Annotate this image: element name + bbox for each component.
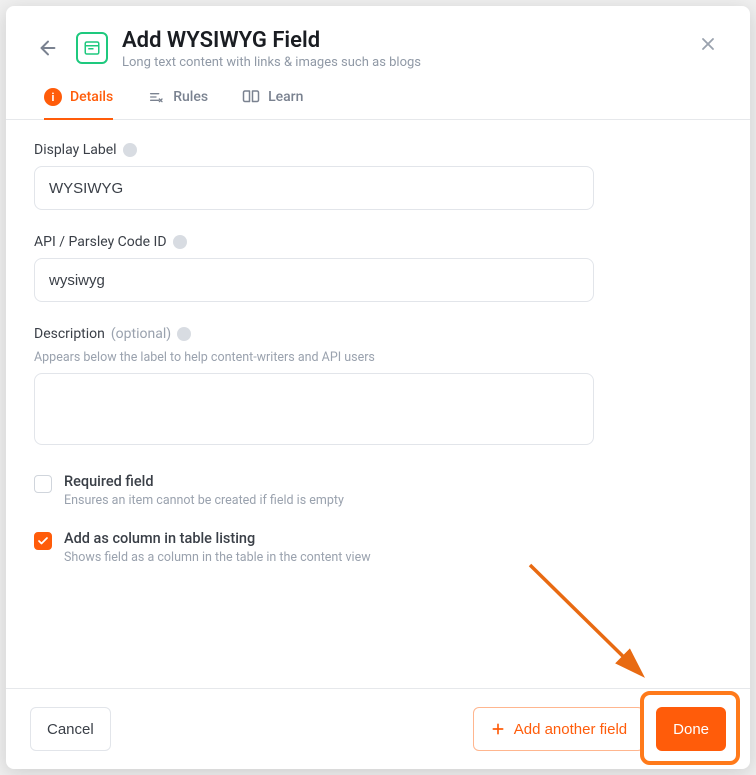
display-label-group: Display Label — [34, 142, 722, 210]
checkbox-label: Required field — [64, 473, 344, 490]
done-button[interactable]: Done — [656, 707, 726, 751]
tab-rules[interactable]: Rules — [147, 88, 208, 120]
code-id-input[interactable] — [34, 258, 594, 302]
plus-icon — [490, 721, 506, 737]
tab-label: Details — [70, 89, 113, 105]
add-another-button[interactable]: Add another field — [473, 707, 644, 751]
dialog-title: Add WYSIWYG Field — [122, 28, 684, 53]
field-label: Display Label — [34, 142, 117, 158]
required-checkbox[interactable] — [34, 475, 52, 493]
wysiwyg-icon — [83, 39, 101, 57]
tabs: i Details Rules Learn — [6, 70, 750, 120]
tab-label: Rules — [173, 89, 208, 105]
checkbox-hint: Ensures an item cannot be created if fie… — [64, 493, 344, 508]
button-label: Cancel — [47, 721, 94, 738]
field-type-icon — [76, 32, 108, 64]
help-icon[interactable] — [123, 143, 137, 157]
info-icon: i — [44, 88, 62, 106]
required-field-option: Required field Ensures an item cannot be… — [34, 473, 722, 508]
help-icon[interactable] — [177, 327, 191, 341]
description-group: Description (optional) Appears below the… — [34, 326, 722, 449]
arrow-left-icon — [37, 37, 59, 59]
field-hint: Appears below the label to help content-… — [34, 350, 722, 365]
display-label-input[interactable] — [34, 166, 594, 210]
code-id-group: API / Parsley Code ID — [34, 234, 722, 302]
rules-icon — [147, 88, 165, 106]
button-label: Done — [673, 721, 709, 738]
add-field-dialog: Add WYSIWYG Field Long text content with… — [6, 6, 750, 769]
learn-icon — [242, 88, 260, 106]
add-column-checkbox[interactable] — [34, 532, 52, 550]
back-button[interactable] — [34, 34, 62, 62]
field-label: Description — [34, 326, 105, 342]
checkbox-hint: Shows field as a column in the table in … — [64, 550, 371, 565]
check-icon — [37, 535, 49, 547]
help-icon[interactable] — [173, 235, 187, 249]
tab-learn[interactable]: Learn — [242, 88, 303, 120]
dialog-header: Add WYSIWYG Field Long text content with… — [6, 6, 750, 70]
form-content: Display Label API / Parsley Code ID Desc… — [6, 120, 750, 688]
dialog-footer: Cancel Add another field Done — [6, 688, 750, 769]
add-column-option: Add as column in table listing Shows fie… — [34, 530, 722, 565]
close-icon — [698, 34, 718, 54]
description-input[interactable] — [34, 373, 594, 445]
tab-label: Learn — [268, 89, 303, 105]
cancel-button[interactable]: Cancel — [30, 707, 111, 751]
dialog-subtitle: Long text content with links & images su… — [122, 55, 684, 70]
tab-details[interactable]: i Details — [44, 88, 113, 120]
checkbox-label: Add as column in table listing — [64, 530, 371, 547]
field-label: API / Parsley Code ID — [34, 234, 167, 250]
optional-tag: (optional) — [111, 326, 171, 342]
close-button[interactable] — [698, 34, 722, 58]
button-label: Add another field — [514, 721, 627, 738]
